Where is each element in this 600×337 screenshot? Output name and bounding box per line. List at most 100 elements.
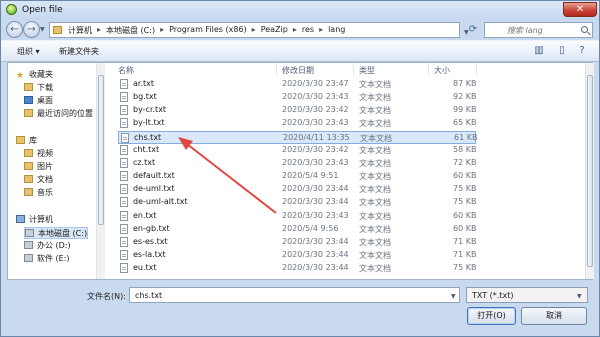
close-button[interactable]: ✕ — [563, 2, 597, 17]
file-size: 61 KB — [454, 132, 478, 142]
file-date: 2020/5/4 9:56 — [282, 223, 339, 233]
file-name: ar.txt — [133, 79, 155, 88]
star-icon: ★ — [16, 71, 25, 81]
column-divider[interactable] — [276, 63, 277, 76]
breadcrumb-item[interactable]: Program Files (x86) — [169, 25, 247, 36]
breadcrumb-item[interactable]: 本地磁盘 (C:) — [106, 25, 155, 36]
filename-dropdown-icon[interactable]: ▼ — [451, 293, 456, 300]
file-date: 2020/3/30 23:44 — [282, 263, 349, 273]
file-list-scroll-thumb[interactable] — [587, 75, 593, 267]
sidebar-item[interactable]: 音乐 — [24, 187, 53, 199]
refresh-icon[interactable]: ⟳ — [466, 23, 480, 37]
breadcrumb-separator-icon[interactable]: ▸ — [252, 25, 256, 36]
file-row[interactable]: eu.txt 2020/3/30 23:44 文本文档 75 KB — [118, 262, 476, 275]
help-icon[interactable]: ? — [576, 45, 588, 57]
file-date: 2020/3/30 23:43 — [282, 118, 349, 128]
cancel-button[interactable]: 取消 — [521, 307, 587, 325]
folder-icon — [24, 162, 33, 170]
breadcrumb-item[interactable]: res — [302, 25, 314, 36]
file-size: 99 KB — [453, 105, 477, 115]
text-file-icon — [121, 132, 129, 143]
breadcrumb-item[interactable]: 计算机 — [68, 25, 92, 36]
file-row[interactable]: de-uml-alt.txt 2020/3/30 23:44 文本文档 75 KB — [118, 196, 476, 209]
new-folder-button[interactable]: 新建文件夹 — [59, 46, 99, 57]
open-button[interactable]: 打开(O) — [467, 307, 516, 325]
forward-button[interactable]: → — [23, 21, 40, 38]
file-type: 文本文档 — [359, 264, 391, 274]
breadcrumb-separator-icon[interactable]: ▸ — [319, 25, 323, 36]
file-row[interactable]: by-lt.txt 2020/3/30 23:43 文本文档 65 KB — [118, 117, 476, 130]
file-type: 文本文档 — [359, 80, 391, 89]
file-list-scrollbar[interactable] — [585, 63, 594, 279]
breadcrumb-separator-icon[interactable]: ▸ — [293, 25, 297, 36]
file-row[interactable]: de-uml.txt 2020/3/30 23:44 文本文档 75 KB — [118, 183, 476, 196]
breadcrumb-item[interactable]: lang — [328, 25, 345, 36]
breadcrumb-separator-icon[interactable]: ▸ — [97, 25, 101, 36]
blue-icon — [24, 96, 33, 104]
text-file-icon — [120, 171, 128, 182]
column-header-row: 名称 修改日期 类型 大小 — [110, 63, 592, 76]
organize-button[interactable]: 组织 ▾ — [17, 46, 40, 57]
text-file-icon — [120, 184, 128, 195]
sidebar-item-label: 桌面 — [37, 96, 53, 105]
file-type: 文本文档 — [360, 133, 392, 143]
file-type-filter[interactable]: TXT (*.txt) ▼ — [466, 287, 588, 303]
sidebar-section-computer[interactable]: 计算机 — [16, 214, 53, 226]
file-row[interactable]: en.txt 2020/3/30 23:43 文本文档 60 KB — [118, 210, 476, 223]
command-toolbar: 组织 ▾ 新建文件夹 ▥ ▯ ? — [1, 40, 599, 62]
back-button[interactable]: ← — [6, 21, 23, 38]
file-row[interactable]: cht.txt 2020/3/30 23:42 文本文档 58 KB — [118, 144, 476, 157]
column-divider[interactable] — [353, 63, 354, 76]
sidebar-item[interactable]: 办公 (D:) — [24, 240, 71, 252]
file-type: 文本文档 — [359, 158, 391, 168]
sidebar-item-label: 音乐 — [37, 188, 53, 197]
text-file-icon — [120, 157, 128, 168]
file-row[interactable]: cz.txt 2020/3/30 23:43 文本文档 72 KB — [118, 157, 476, 170]
filename-combobox[interactable]: chs.txt ▼ — [129, 287, 460, 303]
chevron-down-icon[interactable]: ▼ — [577, 293, 582, 300]
file-name: en.txt — [133, 210, 157, 220]
file-row[interactable]: bg.txt 2020/3/30 23:43 文本文档 92 KB — [118, 91, 476, 104]
file-row[interactable]: default.txt 2020/5/4 9:51 文本文档 60 KB — [118, 170, 476, 183]
file-type: 文本文档 — [359, 106, 391, 116]
sidebar-item[interactable]: 图片 — [24, 161, 53, 173]
navigation-scroll-thumb[interactable] — [98, 75, 104, 225]
sidebar-item[interactable]: 视频 — [24, 148, 53, 160]
column-type[interactable]: 类型 — [359, 65, 375, 76]
sidebar-section-library[interactable]: 库 — [16, 135, 37, 147]
sidebar-item[interactable]: 桌面 — [24, 95, 53, 107]
folder-icon — [24, 109, 33, 117]
recent-pages-dropdown-icon[interactable]: ▼ — [40, 26, 45, 33]
file-row[interactable]: by-cr.txt 2020/3/30 23:42 文本文档 99 KB — [118, 104, 476, 117]
sidebar-item[interactable]: 文档 — [24, 174, 53, 186]
address-bar[interactable]: 计算机 ▸ 本地磁盘 (C:) ▸ Program Files (x86) ▸ PeaZip… — [49, 22, 469, 38]
search-input[interactable]: 搜索 lang — [484, 22, 593, 38]
file-row[interactable]: ar.txt 2020/3/30 23:47 文本文档 87 KB — [118, 78, 476, 91]
file-row[interactable]: chs.txt 2020/4/11 13:35 文本文档 61 KB — [118, 130, 478, 144]
file-row[interactable]: es-es.txt 2020/3/30 23:44 文本文档 71 KB — [118, 236, 476, 249]
navigation-scrollbar[interactable] — [96, 63, 105, 279]
column-size[interactable]: 大小 — [434, 65, 450, 76]
sidebar-item[interactable]: 软件 (E:) — [24, 253, 70, 265]
preview-pane-icon[interactable]: ▯ — [556, 45, 568, 57]
file-date: 2020/3/30 23:43 — [282, 157, 349, 167]
file-type: 文本文档 — [359, 198, 391, 208]
file-row[interactable]: es-la.txt 2020/3/30 23:44 文本文档 71 KB — [118, 249, 476, 262]
file-date: 2020/5/4 9:51 — [282, 171, 339, 181]
filename-label: 文件名(N): — [87, 292, 126, 301]
breadcrumb-separator-icon[interactable]: ▸ — [160, 25, 164, 36]
sidebar-section-favorites[interactable]: ★ 收藏夹 — [16, 69, 53, 81]
sidebar-item[interactable]: 下载 — [24, 82, 53, 94]
navigation-pane: ★ 收藏夹 下载桌面最近访问的位置库视频 图片 文档音乐计算机 本地磁盘 (C:) 办公 (… — [8, 63, 103, 279]
column-date[interactable]: 修改日期 — [282, 65, 314, 76]
file-row[interactable]: en-gb.txt 2020/5/4 9:56 文本文档 60 KB — [118, 223, 476, 236]
text-file-icon — [120, 223, 128, 234]
column-divider[interactable] — [428, 63, 429, 76]
sidebar-item[interactable]: 本地磁盘 (C:) — [24, 227, 89, 239]
column-name[interactable]: 名称 — [118, 65, 134, 76]
sidebar-item[interactable]: 最近访问的位置 — [24, 108, 93, 120]
view-options-icon[interactable]: ▥ — [533, 45, 545, 57]
column-divider[interactable] — [476, 63, 477, 76]
file-date: 2020/3/30 23:42 — [282, 144, 349, 154]
breadcrumb-item[interactable]: PeaZip — [261, 25, 288, 36]
